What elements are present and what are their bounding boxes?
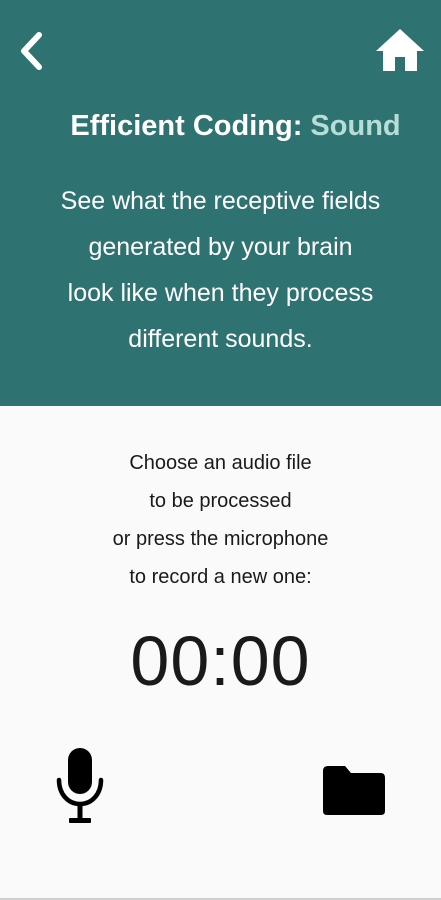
instruction-line: to record a new one: — [129, 566, 312, 588]
record-microphone-button[interactable] — [50, 744, 110, 828]
instruction-line: Choose an audio file — [129, 452, 312, 474]
folder-icon — [323, 766, 385, 815]
back-button[interactable] — [12, 28, 52, 74]
chevron-left-icon — [21, 32, 42, 70]
instruction-line: to be processed — [149, 490, 292, 512]
title-accent: Sound — [310, 110, 401, 142]
description-line: different sounds. — [128, 325, 313, 353]
description-line: look like when they process — [67, 279, 374, 307]
recording-timer: 00:00 — [130, 622, 311, 700]
home-button[interactable] — [372, 24, 428, 76]
description-line: See what the receptive fields — [60, 187, 381, 215]
description-line: generated by your brain — [88, 233, 353, 261]
page-description: See what the receptive fields generated … — [0, 178, 441, 362]
app-header: Efficient Coding: Sound See what the rec… — [0, 0, 441, 406]
microphone-icon — [56, 748, 104, 823]
title-main: Efficient Coding: — [70, 110, 303, 142]
choose-file-button[interactable] — [318, 760, 390, 820]
instructions-text: Choose an audio file to be processed or … — [0, 444, 441, 596]
page-title: Efficient Coding: Sound — [0, 106, 441, 146]
home-icon — [376, 29, 424, 71]
instruction-line: or press the microphone — [112, 528, 329, 550]
